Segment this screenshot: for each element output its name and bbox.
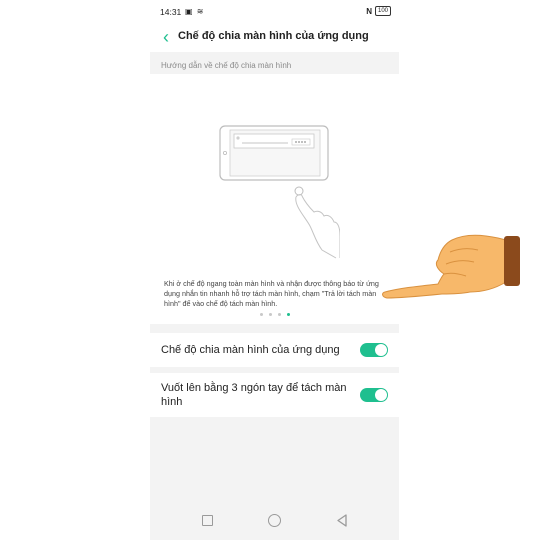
notification-icons: ▣ ≋ xyxy=(185,7,205,16)
setting-row-three-finger[interactable]: Vuốt lên bằng 3 ngón tay để tách màn hìn… xyxy=(150,373,399,417)
status-bar: 14:31 ▣ ≋ N 100 xyxy=(150,0,399,22)
three-finger-toggle[interactable] xyxy=(360,388,388,402)
phone-screen: 14:31 ▣ ≋ N 100 ‹ Chế độ chia màn hình c… xyxy=(150,0,399,540)
toggle-knob xyxy=(375,344,387,356)
navigation-bar xyxy=(150,506,399,540)
nav-back-icon[interactable] xyxy=(336,514,348,527)
recent-apps-icon[interactable] xyxy=(202,515,213,526)
nfc-icon: N xyxy=(366,6,372,16)
split-screen-illustration xyxy=(219,125,340,259)
toggle-knob xyxy=(375,389,387,401)
pager-dot-active[interactable] xyxy=(287,313,290,316)
pointing-hand-icon xyxy=(382,234,520,299)
status-time: 14:31 xyxy=(160,7,182,17)
pager-dots xyxy=(260,313,290,316)
setting-label: Vuốt lên bằng 3 ngón tay để tách màn hìn… xyxy=(161,382,347,408)
home-icon[interactable] xyxy=(268,514,281,527)
guide-description: Khi ở chế độ ngang toàn màn hình và nhận… xyxy=(164,279,379,308)
pager-dot[interactable] xyxy=(278,313,281,316)
split-screen-toggle[interactable] xyxy=(360,343,388,357)
app-header: ‹ Chế độ chia màn hình của ứng dụng xyxy=(150,22,399,52)
setting-row-split-screen[interactable]: Chế độ chia màn hình của ứng dụng xyxy=(150,333,399,367)
guide-card: Khi ở chế độ ngang toàn màn hình và nhận… xyxy=(150,74,399,324)
status-right-icons: N 100 xyxy=(366,6,391,16)
pager-dot[interactable] xyxy=(269,313,272,316)
setting-label: Chế độ chia màn hình của ứng dụng xyxy=(161,344,340,356)
guide-caption: Hướng dẫn về chế độ chia màn hình xyxy=(161,61,292,70)
page-title: Chế độ chia màn hình của ứng dụng xyxy=(178,30,369,42)
back-arrow-icon[interactable]: ‹ xyxy=(158,27,174,47)
battery-icon: 100 xyxy=(374,6,391,16)
pager-dot[interactable] xyxy=(260,313,263,316)
